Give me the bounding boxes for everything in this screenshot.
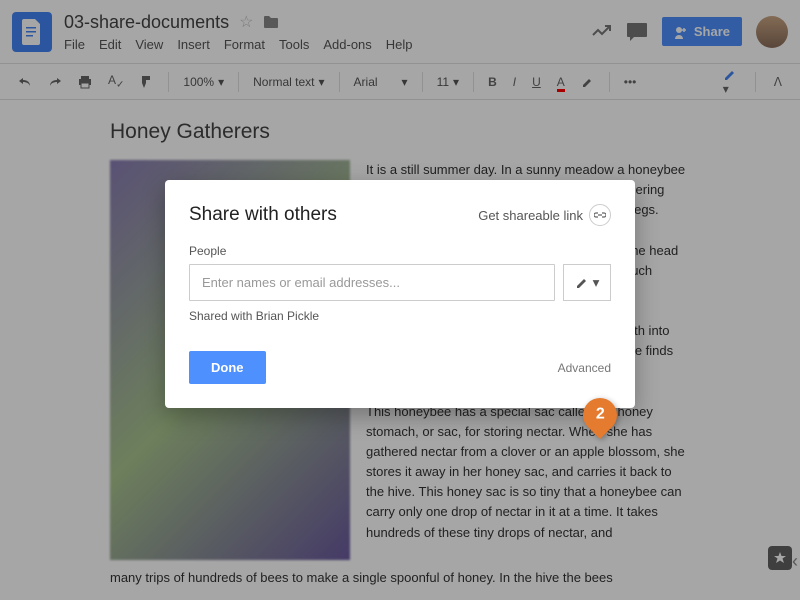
modal-overlay[interactable]: Share with others Get shareable link Peo… xyxy=(0,0,800,600)
link-icon xyxy=(589,204,611,226)
tutorial-callout: 2 xyxy=(583,398,617,438)
callout-number: 2 xyxy=(596,406,605,424)
people-label: People xyxy=(189,244,611,258)
share-dialog: Share with others Get shareable link Peo… xyxy=(165,180,635,408)
done-button[interactable]: Done xyxy=(189,351,266,384)
get-shareable-link[interactable]: Get shareable link xyxy=(478,204,611,226)
shared-with-text: Shared with Brian Pickle xyxy=(189,309,611,323)
dialog-title: Share with others xyxy=(189,204,337,226)
advanced-link[interactable]: Advanced xyxy=(558,361,611,375)
chevron-down-icon: ▾ xyxy=(593,275,600,291)
people-input[interactable] xyxy=(189,264,555,301)
permission-dropdown[interactable]: ▾ xyxy=(563,264,611,301)
